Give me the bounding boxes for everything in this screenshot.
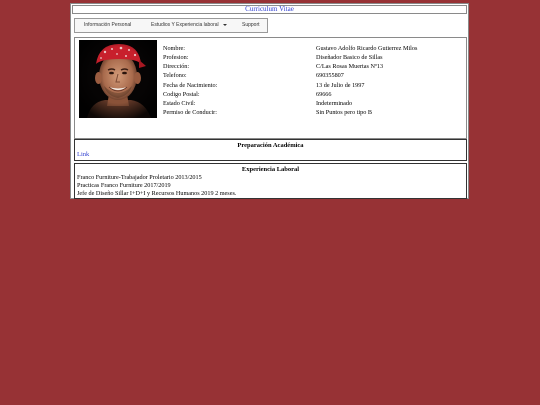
info-label: Estado Civil: [163,100,196,107]
profile-photo-icon [79,40,157,118]
info-value: 13 de Julio de 1997 [316,82,365,89]
nav-support-label: Support [242,22,260,28]
chevron-down-icon [222,23,227,26]
page-title-bar: Curriculum Vitae [72,5,467,14]
info-value: 69666 [316,91,332,98]
navbar: Información Personal Estudios Y Experien… [74,18,268,33]
nav-personal-info-label: Información Personal [84,22,132,28]
info-value: Diseñador Basico de Sillas [316,54,383,61]
info-value: C/Las Rosas Muertas Nº13 [316,63,384,70]
info-row-profession: Profesion: Diseñador Basico de Sillas [163,53,463,62]
profile-photo [79,40,157,118]
info-label: Codigo Postal: [163,91,200,98]
education-link[interactable]: Link [77,150,89,159]
info-row-postal-code: Codigo Postal: 69666 [163,90,463,99]
experience-item: Franco Furniture-Trabajador Proletario 2… [77,174,202,181]
info-value: 690355807 [316,72,344,79]
info-label: Nombre: [163,45,185,52]
nav-studies-experience-dropdown[interactable]: Estudios Y Experiencia laboral [151,19,227,32]
experience-item: Jefe de Diseño Sillar I+D+I y Recursos H… [77,190,237,197]
cv-page: Curriculum Vitae Información Personal Es… [70,3,469,199]
nav-support[interactable]: Support [242,19,260,32]
info-label: Dirección: [163,63,190,70]
experience-panel: Experiencia Laboral Franco Furniture-Tra… [74,163,467,199]
nav-personal-info[interactable]: Información Personal [84,19,131,32]
info-label: Telefono: [163,72,187,79]
info-label: Fecha de Nacimiento: [163,82,218,89]
info-row-name: Nombre: Gustavo Adolfo Ricardo Gutierrez… [163,44,463,53]
experience-heading: Experiencia Laboral [241,166,300,173]
info-label: Profesion: [163,54,189,61]
experience-item: Practicas Franco Furniture 2017/2019 [77,182,171,189]
info-row-birthdate: Fecha de Nacimiento: 13 de Julio de 1997 [163,81,463,90]
education-heading: Preparación Académica [237,142,304,149]
nav-studies-experience-label: Estudios Y Experiencia laboral [151,22,219,28]
info-row-driving-license: Permiso de Conducir: Sin Puntos pero tip… [163,108,463,117]
page-title: Curriculum Vitae [245,5,294,13]
profile-panel: Nombre: Gustavo Adolfo Ricardo Gutierrez… [74,37,467,139]
info-value: Indeterminado [316,100,353,107]
info-label: Permiso de Conducir: [163,109,217,116]
info-row-phone: Telefono: 690355807 [163,71,463,80]
info-value: Gustavo Adolfo Ricardo Gutierrez Milos [316,45,418,52]
info-row-civil-status: Estado Civil: Indeterminado [163,99,463,108]
education-panel: Preparación Académica Link [74,139,467,161]
info-value: Sin Puntos pero tipo B [316,109,373,116]
info-row-address: Dirección: C/Las Rosas Muertas Nº13 [163,62,463,71]
